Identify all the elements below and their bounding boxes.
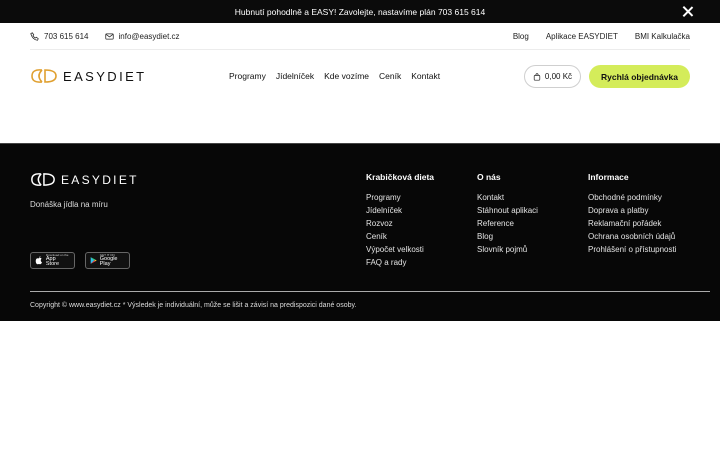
- contact-bar: 703 615 614 info@easydiet.cz Blog Aplika…: [30, 23, 690, 50]
- footer-link[interactable]: Kontakt: [477, 191, 538, 204]
- footer-column-title: O nás: [477, 172, 501, 182]
- phone-icon: [30, 31, 39, 41]
- footer-tagline: Donáška jídla na míru: [30, 200, 108, 209]
- nav-kontakt[interactable]: Kontakt: [411, 71, 440, 81]
- footer-column-title: Krabičková dieta: [366, 172, 435, 182]
- mail-icon: [104, 33, 114, 39]
- app-store-text: Download on the App Store: [45, 253, 70, 268]
- footer-link[interactable]: Obchodné podmínky: [588, 191, 677, 204]
- footer-column-about: O nás Kontakt Stáhnout aplikaci Referenc…: [477, 172, 538, 256]
- logo-text: EASYDIET: [63, 68, 147, 84]
- footer-column-title: Informace: [588, 172, 629, 182]
- close-icon[interactable]: [682, 6, 693, 17]
- logo[interactable]: EASYDIET: [30, 68, 147, 84]
- footer-column-info: Informace Obchodné podmínky Doprava a pl…: [588, 172, 677, 256]
- quick-order-button[interactable]: Rychlá objednávka: [589, 65, 690, 88]
- footer-link[interactable]: Blog: [477, 230, 538, 243]
- footer-link[interactable]: Výpočet velkosti: [366, 243, 434, 256]
- footer-link[interactable]: FAQ a rady: [366, 256, 434, 269]
- google-play-badge[interactable]: GET IT ON Google Play: [85, 252, 130, 269]
- cart-button[interactable]: 0,00 Kč: [524, 65, 581, 88]
- phone-number: 703 615 614: [44, 31, 89, 41]
- top-links: Blog Aplikace EASYDIET BMI Kalkulačka: [513, 32, 690, 41]
- footer-link[interactable]: Prohlášení o přístupnosti: [588, 243, 677, 256]
- google-play-icon: [90, 257, 97, 264]
- footer-link[interactable]: Ochrana osobních údajů: [588, 230, 677, 243]
- footer-column-diet: Krabičková dieta Programy Jídelníček Roz…: [366, 172, 434, 269]
- site-header: EASYDIET Programy Jídelníček Kde vozíme …: [30, 57, 690, 95]
- footer-link[interactable]: Ceník: [366, 230, 434, 243]
- site-footer: EASYDIET Donáška jídla na míru Download …: [0, 143, 720, 321]
- top-link-blog[interactable]: Blog: [513, 32, 529, 41]
- phone-link[interactable]: 703 615 614: [30, 32, 89, 41]
- nav-programy[interactable]: Programy: [229, 71, 266, 81]
- footer-link[interactable]: Stáhnout aplikaci: [477, 204, 538, 217]
- footer-link[interactable]: Reklamační pořádek: [588, 217, 677, 230]
- main-nav: Programy Jídelníček Kde vozíme Ceník Kon…: [229, 71, 440, 81]
- footer-divider: [30, 291, 710, 292]
- cart-total: 0,00 Kč: [544, 72, 573, 81]
- app-store-badge[interactable]: Download on the App Store: [30, 252, 75, 269]
- footer-logo[interactable]: EASYDIET: [30, 172, 139, 187]
- footer-link[interactable]: Jídelníček: [366, 204, 434, 217]
- google-play-text: GET IT ON Google Play: [99, 253, 125, 268]
- footer-link[interactable]: Programy: [366, 191, 434, 204]
- bag-icon: [533, 72, 541, 81]
- apple-icon: [35, 256, 42, 265]
- app-store-big: App Store: [45, 255, 60, 267]
- logo-icon: [31, 173, 55, 186]
- footer-link[interactable]: Rozvoz: [366, 217, 434, 230]
- promo-bar: Hubnutí pohodlně a EASY! Zavolejte, nast…: [0, 0, 720, 23]
- top-link-app[interactable]: Aplikace EASYDIET: [546, 32, 618, 41]
- copyright-text: Copyright © www.easydiet.cz * Výsledek j…: [30, 302, 357, 309]
- footer-link[interactable]: Doprava a platby: [588, 204, 677, 217]
- footer-link[interactable]: Reference: [477, 217, 538, 230]
- google-play-big: Google Play: [99, 255, 118, 267]
- email-link[interactable]: info@easydiet.cz: [104, 31, 180, 41]
- email-address: info@easydiet.cz: [118, 31, 180, 41]
- promo-text: Hubnutí pohodlně a EASY! Zavolejte, nast…: [234, 6, 486, 17]
- footer-link[interactable]: Slovník pojmů: [477, 243, 538, 256]
- footer-logo-text: EASYDIET: [61, 172, 139, 187]
- nav-jidelnicek[interactable]: Jídelníček: [276, 71, 314, 81]
- nav-cenik[interactable]: Ceník: [379, 71, 401, 81]
- top-link-bmi[interactable]: BMI Kalkulačka: [635, 32, 690, 41]
- footer-divider-top: [0, 143, 720, 144]
- logo-icon: [31, 69, 57, 83]
- nav-kde-vozime[interactable]: Kde vozíme: [324, 71, 369, 81]
